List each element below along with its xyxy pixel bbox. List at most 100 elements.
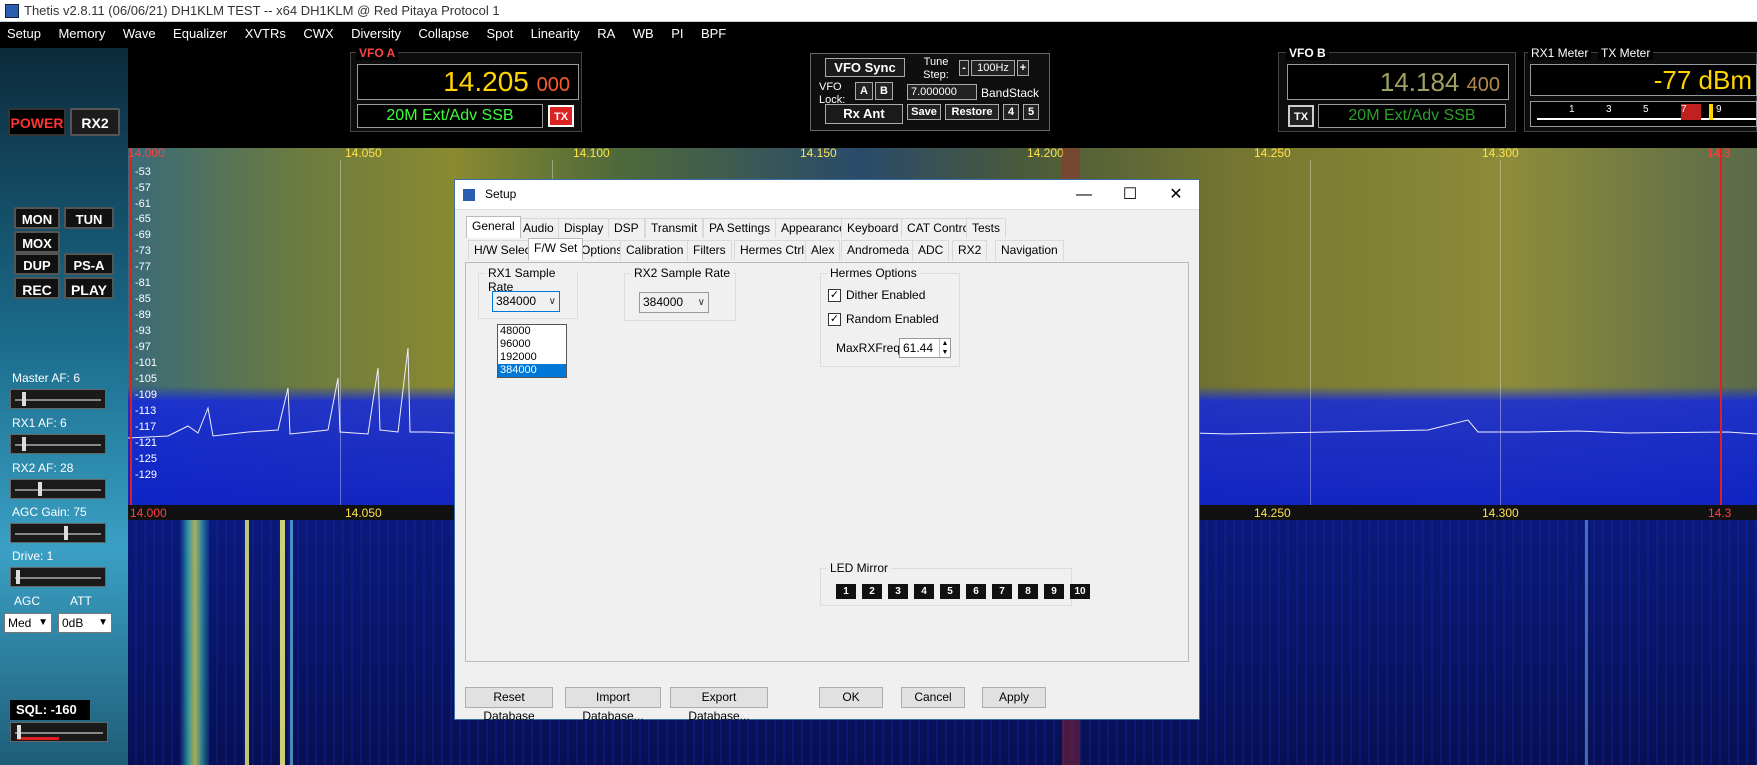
vfo-b-frequency[interactable]: 14.184 400 <box>1287 64 1509 100</box>
rx2-sample-rate-select[interactable]: 384000 ∨ <box>639 292 709 313</box>
menu-spot[interactable]: Spot <box>479 22 519 41</box>
tab-audio[interactable]: Audio <box>517 218 560 238</box>
ok-button[interactable]: OK <box>819 687 883 708</box>
menu-wb[interactable]: WB <box>626 22 660 41</box>
menu-linearity[interactable]: Linearity <box>524 22 586 41</box>
tab-hermes-ctrl[interactable]: Hermes Ctrl <box>734 240 811 260</box>
vfo-lock-a-button[interactable]: A <box>855 82 873 100</box>
rx1-option[interactable]: 192000 <box>498 351 566 364</box>
tx-meter-tab[interactable]: TX Meter <box>1598 46 1654 60</box>
spin-down-icon[interactable]: ▼ <box>940 348 950 357</box>
spin-up-icon[interactable]: ▲ <box>940 339 950 348</box>
tab-adc[interactable]: ADC <box>912 240 950 260</box>
freq-tick: 14.150 <box>800 146 837 160</box>
menu-setup[interactable]: Setup <box>0 22 47 41</box>
app-icon <box>5 4 19 18</box>
tun-button[interactable]: TUN <box>64 207 114 229</box>
rx1-option[interactable]: 48000 <box>498 325 566 338</box>
rx1-sample-rate-select[interactable]: 384000 ∨ <box>492 291 560 312</box>
rx1-option[interactable]: 96000 <box>498 338 566 351</box>
rx1-option-selected[interactable]: 384000 <box>498 364 566 377</box>
db-label: -129 <box>135 469 158 481</box>
drive-slider[interactable] <box>10 567 106 587</box>
slider-thumb[interactable] <box>38 482 42 496</box>
maxrxfreq-spinner[interactable]: ▲ ▼ <box>939 339 950 357</box>
tab-tests[interactable]: Tests <box>966 218 1007 238</box>
vfo-lock-b-button[interactable]: B <box>875 82 893 100</box>
menu-memory[interactable]: Memory <box>51 22 111 41</box>
agc-select[interactable]: Med ▼ <box>4 613 52 633</box>
tab-dsp[interactable]: DSP <box>608 218 645 238</box>
power-button[interactable]: POWER <box>8 108 66 136</box>
led-indicator: 8 <box>1018 584 1038 599</box>
tab-alex[interactable]: Alex <box>805 240 841 260</box>
slider-thumb[interactable] <box>64 526 68 540</box>
menu-ra[interactable]: RA <box>590 22 621 41</box>
close-icon[interactable]: ✕ <box>1153 180 1199 210</box>
freq-tick: 14.200 <box>1027 146 1064 160</box>
tab-pa-settings[interactable]: PA Settings <box>703 218 777 238</box>
agc-gain-slider[interactable] <box>10 523 106 543</box>
tab-keyboard[interactable]: Keyboard <box>841 218 905 238</box>
menu-equalizer[interactable]: Equalizer <box>166 22 233 41</box>
rx1-meter-tab[interactable]: RX1 Meter <box>1528 46 1592 60</box>
tab-fw-set[interactable]: F/W Set <box>528 238 584 260</box>
tune-step-plus-button[interactable]: + <box>1017 60 1029 76</box>
db-label: -125 <box>135 453 158 465</box>
reset-database-button[interactable]: Reset Database <box>465 687 553 723</box>
apply-button[interactable]: Apply <box>982 687 1046 708</box>
rx2-button[interactable]: RX2 <box>70 108 120 136</box>
tab-calibration[interactable]: Calibration <box>620 240 690 260</box>
menu-diversity[interactable]: Diversity <box>344 22 407 41</box>
tab-transmit[interactable]: Transmit <box>645 218 704 238</box>
export-database-button[interactable]: Export Database... <box>670 687 768 723</box>
check-icon[interactable]: ✓ <box>828 289 841 302</box>
cancel-button[interactable]: Cancel <box>901 687 965 708</box>
mox-button[interactable]: MOX <box>14 231 60 253</box>
led-mirror-title: LED Mirror <box>827 561 892 575</box>
tab-general[interactable]: General <box>466 216 521 238</box>
vfo-a-tx-button[interactable]: TX <box>548 105 574 127</box>
rx2-af-slider[interactable] <box>10 479 106 499</box>
vfo-sync-button[interactable]: VFO Sync <box>825 58 905 77</box>
bandstack-restore-button[interactable]: Restore <box>945 104 999 120</box>
tab-filters[interactable]: Filters <box>687 240 732 260</box>
master-af-slider[interactable] <box>10 389 106 409</box>
vfo-b-tx-button[interactable]: TX <box>1288 105 1314 127</box>
menu-cwx[interactable]: CWX <box>296 22 339 41</box>
maximize-icon[interactable]: ☐ <box>1107 180 1153 210</box>
tab-rx2[interactable]: RX2 <box>952 240 988 260</box>
tab-andromeda[interactable]: Andromeda <box>841 240 916 260</box>
tune-step-minus-button[interactable]: - <box>959 60 969 76</box>
bandstack-save-button[interactable]: Save <box>907 104 941 120</box>
bandstack-4-button[interactable]: 4 <box>1003 104 1019 120</box>
rec-button[interactable]: REC <box>14 277 60 299</box>
vfo-a-frequency[interactable]: 14.205 000 <box>357 64 579 100</box>
menu-pi[interactable]: PI <box>664 22 689 41</box>
rx1-af-slider[interactable] <box>10 434 106 454</box>
check-icon[interactable]: ✓ <box>828 313 841 326</box>
slider-thumb[interactable] <box>16 570 20 584</box>
filter-right-edge <box>1720 148 1722 520</box>
dup-button[interactable]: DUP <box>14 253 60 275</box>
rx-ant-button[interactable]: Rx Ant <box>825 104 903 124</box>
att-select[interactable]: 0dB ▼ <box>58 613 112 633</box>
window-title: Thetis v2.8.11 (06/06/21) DH1KLM TEST --… <box>24 3 500 18</box>
import-database-button[interactable]: Import Database... <box>565 687 661 723</box>
slider-thumb[interactable] <box>22 437 26 451</box>
slider-thumb[interactable] <box>22 392 26 406</box>
menu-bpf[interactable]: BPF <box>694 22 732 41</box>
sql-slider[interactable] <box>10 722 108 742</box>
menu-collapse[interactable]: Collapse <box>411 22 475 41</box>
tab-navigation[interactable]: Navigation <box>995 240 1064 260</box>
ps-a-button[interactable]: PS-A <box>64 253 114 275</box>
mon-button[interactable]: MON <box>14 207 60 229</box>
menu-xvtrs[interactable]: XVTRs <box>238 22 292 41</box>
setup-window-icon <box>463 189 475 201</box>
minimize-icon[interactable]: — <box>1061 180 1107 210</box>
tab-display[interactable]: Display <box>558 218 610 238</box>
bandstack-5-button[interactable]: 5 <box>1023 104 1039 120</box>
menu-wave[interactable]: Wave <box>116 22 162 41</box>
play-button[interactable]: PLAY <box>64 277 114 299</box>
slider-thumb[interactable] <box>17 725 21 739</box>
